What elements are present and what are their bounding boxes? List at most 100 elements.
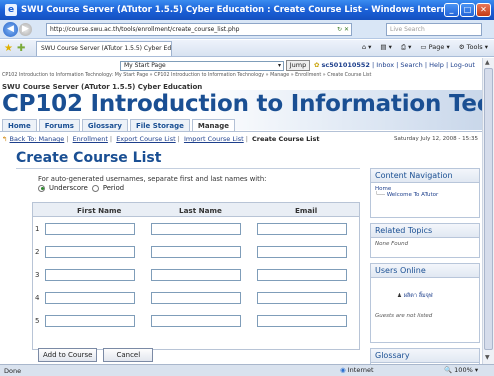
users-online-box: Users Online ♟ ผลิตา ลิ้มจุฬ Guests are …: [370, 263, 480, 343]
content-navigation-box: Content Navigation Home └── Welcome To A…: [370, 168, 480, 218]
address-bar[interactable]: http://course.swu.ac.th/tools/enrollment…: [46, 23, 352, 36]
email-input[interactable]: [257, 246, 347, 258]
back-button[interactable]: ◀: [3, 21, 18, 37]
welcome-link[interactable]: Welcome To ATutor: [387, 192, 439, 198]
period-radio[interactable]: [91, 184, 99, 192]
import-course-list-link[interactable]: Import Course List: [184, 135, 244, 143]
help-link[interactable]: Help: [429, 61, 444, 69]
export-course-list-link[interactable]: Export Course List: [116, 135, 175, 143]
back-arrow-icon: ↰: [2, 135, 8, 143]
last-name-input[interactable]: [151, 269, 241, 281]
window-titlebar: e SWU Course Server (ATutor 1.5.5) Cyber…: [0, 0, 494, 20]
course-list-table: First Name Last Name Email 1 2 3 4 5: [32, 202, 360, 350]
col-first-name: First Name: [77, 206, 122, 215]
server-name: SWU Course Server (ATutor 1.5.5) Cyber E…: [2, 83, 203, 91]
date-time: Saturday July 12, 2008 - 15:35: [394, 136, 478, 142]
forward-button[interactable]: ▶: [19, 22, 32, 36]
sub-navigation: ↰ Back To: Manage | Enrollment | Export Co…: [2, 135, 320, 143]
globe-icon: ◉: [340, 366, 346, 374]
col-email: Email: [295, 206, 318, 215]
scroll-down-icon[interactable]: ▼: [485, 354, 490, 361]
close-button[interactable]: ✕: [476, 3, 491, 17]
glossary-box: Glossary: [370, 348, 480, 364]
last-name-input[interactable]: [151, 223, 241, 235]
content-navigation-header[interactable]: Content Navigation: [371, 169, 479, 183]
live-search-input[interactable]: Live Search: [386, 23, 482, 36]
instruction-text: For auto-generated usernames, separate f…: [38, 175, 267, 183]
search-link[interactable]: Search: [400, 61, 422, 69]
row-number: 4: [35, 294, 40, 302]
last-name-input[interactable]: [151, 292, 241, 304]
form-actions: Add to Course Cancel: [38, 348, 154, 362]
vertical-scrollbar[interactable]: ▲ ▼: [482, 58, 494, 364]
first-name-input[interactable]: [45, 292, 135, 304]
tab-glossary[interactable]: Glossary: [81, 119, 128, 131]
favorites-bar: ★ ✚ SWU Course Server (ATutor 1.5.5) Cyb…: [0, 40, 494, 57]
enrollment-link[interactable]: Enrollment: [73, 135, 108, 143]
email-input[interactable]: [257, 223, 347, 235]
status-bar: Done ◉ Internet 🔍 100% ▾: [0, 364, 494, 376]
current-page-label: Create Course List: [252, 135, 320, 143]
guests-note: Guests are not listed: [375, 313, 433, 319]
tab-manage[interactable]: Manage: [191, 119, 236, 131]
related-topics-header[interactable]: Related Topics: [371, 224, 479, 238]
username[interactable]: sc501010552: [322, 61, 370, 69]
online-user-link[interactable]: ผลิตา ลิ้มจุฬ: [404, 293, 433, 299]
back-to-manage-link[interactable]: Back To: Manage: [10, 135, 65, 143]
add-favorites-icon[interactable]: ✚: [17, 43, 25, 54]
tab-file-storage[interactable]: File Storage: [129, 119, 190, 131]
page-content: My Start Page ▾ Jump ✿ sc501010552 | Inbo…: [0, 58, 482, 364]
separator-options: Underscore Period: [38, 184, 124, 192]
tab-home[interactable]: Home: [2, 119, 37, 131]
row-number: 3: [35, 271, 40, 279]
row-number: 5: [35, 317, 40, 325]
maximize-button[interactable]: □: [460, 3, 475, 17]
scroll-thumb[interactable]: [484, 68, 493, 350]
row-number: 1: [35, 225, 40, 233]
user-icon: ✿: [314, 61, 320, 69]
ie-icon: e: [5, 4, 17, 16]
last-name-input[interactable]: [151, 246, 241, 258]
glossary-header[interactable]: Glossary: [371, 349, 479, 363]
minimize-button[interactable]: _: [444, 3, 459, 17]
feeds-icon[interactable]: ▤ ▾: [380, 43, 391, 52]
status-text: Done: [4, 366, 22, 375]
scroll-up-icon[interactable]: ▲: [485, 59, 490, 66]
browser-tab[interactable]: SWU Course Server (ATutor 1.5.5) Cyber E…: [36, 41, 172, 56]
tools-menu[interactable]: ⚙ Tools ▾: [459, 43, 488, 52]
browser-navbar: ◀ ▶ http://course.swu.ac.th/tools/enroll…: [0, 20, 494, 39]
tab-forums[interactable]: Forums: [38, 119, 80, 131]
table-header: First Name Last Name Email: [33, 203, 359, 217]
page-menu[interactable]: ▭ Page ▾: [420, 43, 449, 52]
breadcrumb: CP102 Introduction to Information Techno…: [2, 73, 372, 78]
zoom-level[interactable]: 🔍 100% ▾: [444, 366, 478, 374]
jump-select[interactable]: My Start Page ▾: [120, 61, 284, 71]
add-to-course-button[interactable]: Add to Course: [38, 348, 98, 362]
email-input[interactable]: [257, 315, 347, 327]
first-name-input[interactable]: [45, 246, 135, 258]
first-name-input[interactable]: [45, 223, 135, 235]
print-icon[interactable]: ⎙ ▾: [401, 43, 412, 52]
refresh-icon[interactable]: ↻ ✕: [337, 24, 349, 35]
security-zone: ◉ Internet: [340, 366, 374, 374]
favorites-star-icon[interactable]: ★: [4, 43, 13, 54]
last-name-input[interactable]: [151, 315, 241, 327]
user-links: ✿ sc501010552 | Inbox | Search | Help | …: [314, 61, 475, 69]
related-none: None Found: [375, 241, 409, 247]
related-topics-box: Related Topics None Found: [370, 223, 480, 258]
first-name-input[interactable]: [45, 269, 135, 281]
email-input[interactable]: [257, 269, 347, 281]
first-name-input[interactable]: [45, 315, 135, 327]
users-online-header[interactable]: Users Online: [371, 264, 479, 278]
jump-button[interactable]: Jump: [286, 60, 310, 71]
email-input[interactable]: [257, 292, 347, 304]
logout-link[interactable]: Log-out: [450, 61, 475, 69]
window-title: SWU Course Server (ATutor 1.5.5) Cyber E…: [21, 5, 444, 15]
row-number: 2: [35, 248, 40, 256]
home-icon[interactable]: ⌂ ▾: [362, 43, 371, 52]
cancel-button[interactable]: Cancel: [103, 348, 154, 362]
course-tabs: Home Forums Glossary File Storage Manage: [2, 119, 236, 131]
inbox-link[interactable]: Inbox: [376, 61, 394, 69]
underscore-label: Underscore: [49, 184, 88, 192]
underscore-radio[interactable]: [38, 184, 45, 192]
